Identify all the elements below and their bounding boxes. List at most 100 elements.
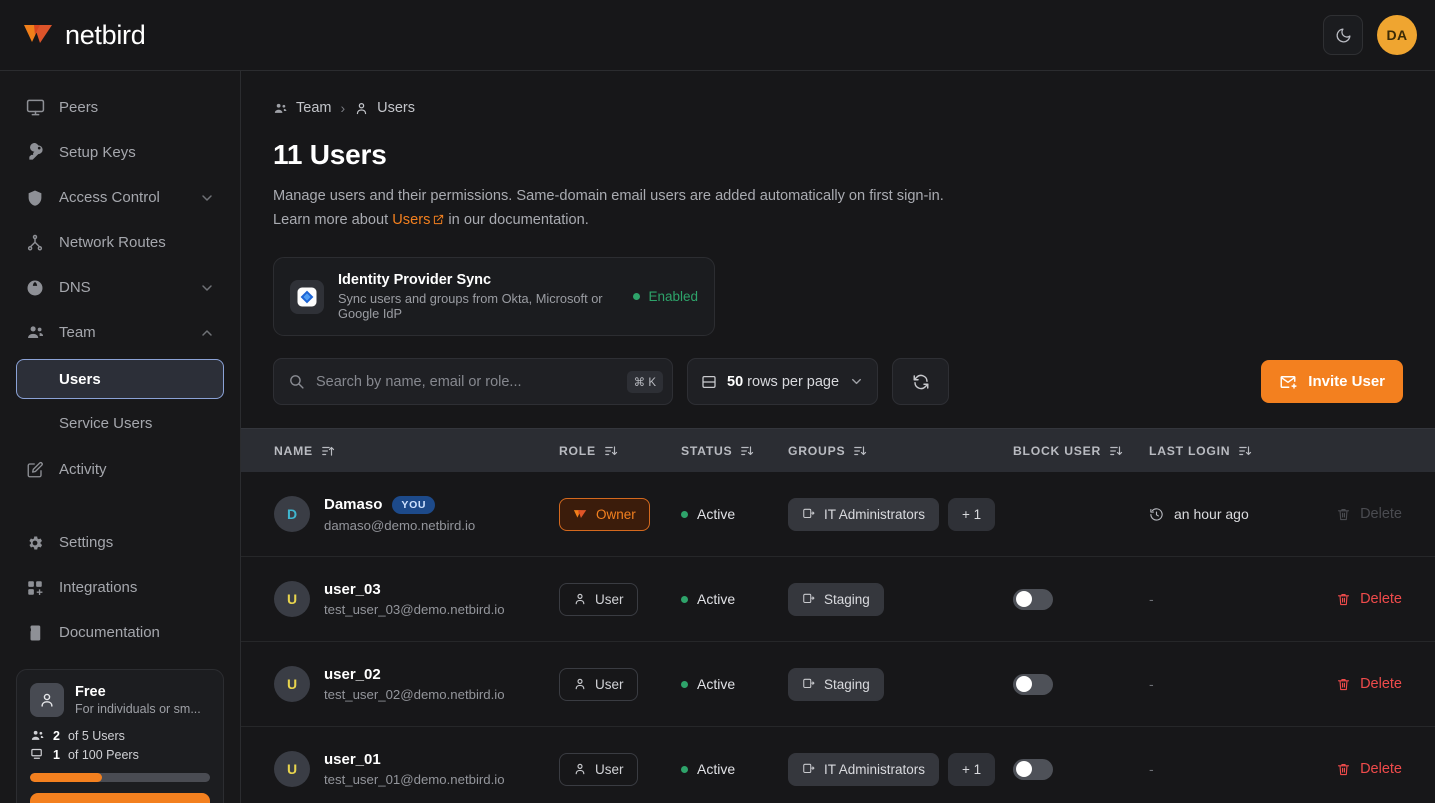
sidebar-item-access-control[interactable]: Access Control [16, 175, 224, 220]
sidebar-item-label: Documentation [59, 624, 160, 641]
sidebar-item-service-users[interactable]: Service Users [16, 403, 224, 443]
route-icon [25, 233, 45, 253]
upgrade-button[interactable]: Upgrade [30, 793, 210, 803]
cell-block-user [1013, 674, 1149, 695]
sidebar-item-activity[interactable]: Activity [16, 447, 224, 492]
chevron-down-icon[interactable] [199, 280, 215, 296]
cell-last-login: - [1149, 761, 1332, 777]
sidebar-item-label: Network Routes [59, 234, 166, 251]
sidebar-item-network-routes[interactable]: Network Routes [16, 220, 224, 265]
block-user-toggle[interactable] [1013, 674, 1053, 695]
column-header-role[interactable]: ROLE [559, 444, 681, 458]
user-email: test_user_02@demo.netbird.io [324, 687, 505, 702]
trash-icon [1336, 762, 1351, 777]
group-overflow-badge[interactable]: + 1 [948, 753, 995, 786]
cell-role: User [559, 583, 681, 616]
users-icon [25, 323, 45, 343]
block-user-toggle[interactable] [1013, 759, 1053, 780]
refresh-button[interactable] [892, 358, 949, 405]
delete-button[interactable]: Delete [1332, 761, 1435, 777]
sidebar-item-documentation[interactable]: Documentation [16, 610, 224, 655]
search-input[interactable] [316, 374, 616, 390]
role-badge-user[interactable]: User [559, 753, 638, 786]
plan-users-text: of 5 Users [68, 729, 125, 743]
breadcrumb-parent-label: Team [296, 100, 331, 116]
identity-provider-sync-card[interactable]: Identity Provider Sync Sync users and gr… [273, 257, 715, 336]
chevron-down-icon[interactable] [199, 190, 215, 206]
cell-actions: Delete [1332, 676, 1435, 692]
plan-users-stat: 2 of 5 Users [30, 728, 210, 743]
theme-toggle-button[interactable] [1323, 15, 1363, 55]
group-badge[interactable]: Staging [788, 668, 884, 701]
user-avatar[interactable]: DA [1377, 15, 1417, 55]
delete-button[interactable]: Delete [1332, 676, 1435, 692]
invite-user-label: Invite User [1308, 373, 1385, 390]
table-header-row: NAME ROLE [241, 428, 1435, 472]
chevron-down-icon [849, 374, 864, 389]
idp-text: Identity Provider Sync Sync users and gr… [338, 272, 619, 321]
role-badge-user[interactable]: User [559, 668, 638, 701]
column-header-last-login[interactable]: LAST LOGIN [1149, 444, 1332, 458]
idp-subtitle: Sync users and groups from Okta, Microso… [338, 291, 619, 321]
search-box[interactable]: ⌘ K [273, 358, 673, 405]
body-wrapper: Peers Setup Keys [0, 71, 1435, 803]
app-root: netbird DA [0, 0, 1435, 803]
sort-desc-icon [1238, 444, 1252, 458]
group-badge[interactable]: IT Administrators [788, 753, 939, 786]
role-badge-owner[interactable]: Owner [559, 498, 650, 531]
block-user-toggle[interactable] [1013, 589, 1053, 610]
cell-last-login: - [1149, 591, 1332, 607]
group-overflow-badge[interactable]: + 1 [948, 498, 995, 531]
group-badge[interactable]: IT Administrators [788, 498, 939, 531]
role-badge-user[interactable]: User [559, 583, 638, 616]
sidebar-item-team[interactable]: Team [16, 310, 224, 355]
table-row[interactable]: Uuser_03test_user_03@demo.netbird.ioUser… [241, 557, 1435, 642]
plan-name: Free [75, 683, 201, 701]
table-row[interactable]: Uuser_01test_user_01@demo.netbird.ioUser… [241, 727, 1435, 803]
column-header-groups[interactable]: GROUPS [788, 444, 1013, 458]
sidebar-item-label: Peers [59, 99, 98, 116]
rows-per-page-select[interactable]: 50 rows per page [687, 358, 878, 405]
users-doc-link[interactable]: Users [392, 212, 430, 228]
monitor-icon [25, 98, 45, 118]
users-small-icon [30, 728, 45, 743]
status-label: Active [697, 506, 735, 522]
rows-per-page-value: 50 [727, 374, 743, 390]
status-dot-icon [681, 766, 688, 773]
sidebar-item-peers[interactable]: Peers [16, 85, 224, 130]
delete-button: Delete [1332, 506, 1435, 522]
group-badge[interactable]: Staging [788, 583, 884, 616]
sidebar-item-settings[interactable]: Settings [16, 520, 224, 565]
sidebar-item-integrations[interactable]: Integrations [16, 565, 224, 610]
sidebar: Peers Setup Keys [0, 71, 241, 803]
plan-stats: 2 of 5 Users 1 of 100 Peers [30, 728, 210, 762]
user-name: user_03 [324, 581, 381, 598]
invite-user-button[interactable]: Invite User [1261, 360, 1403, 403]
user-icon [573, 592, 587, 606]
table-row[interactable]: Uuser_02test_user_02@demo.netbird.ioUser… [241, 642, 1435, 727]
column-header-status[interactable]: STATUS [681, 444, 788, 458]
breadcrumb-team[interactable]: Team [273, 100, 331, 116]
trash-icon [1336, 677, 1351, 692]
delete-button[interactable]: Delete [1332, 591, 1435, 607]
user-name: user_02 [324, 666, 381, 683]
sidebar-item-setup-keys[interactable]: Setup Keys [16, 130, 224, 175]
last-login-value: an hour ago [1174, 506, 1249, 522]
sidebar-item-users[interactable]: Users [16, 359, 224, 399]
sidebar-item-dns[interactable]: DNS [16, 265, 224, 310]
table-row[interactable]: DDamasoYOUdamaso@demo.netbird.ioOwnerAct… [241, 472, 1435, 557]
cell-block-user [1013, 759, 1149, 780]
cell-name: Uuser_03test_user_03@demo.netbird.io [274, 581, 559, 617]
chevron-up-icon[interactable] [199, 325, 215, 341]
column-header-block-user[interactable]: BLOCK USER [1013, 444, 1149, 458]
cell-status: Active [681, 761, 788, 777]
group-icon [802, 677, 816, 691]
sidebar-item-label: Activity [59, 461, 107, 478]
main-padding: Team › Users 11 Users Manage users [241, 71, 1435, 405]
breadcrumb-users[interactable]: Users [354, 100, 415, 116]
brand-logo[interactable]: netbird [22, 20, 145, 51]
brand-name: netbird [65, 20, 145, 51]
group-icon [802, 762, 816, 776]
moon-icon [1335, 27, 1352, 44]
column-header-name[interactable]: NAME [274, 444, 559, 458]
